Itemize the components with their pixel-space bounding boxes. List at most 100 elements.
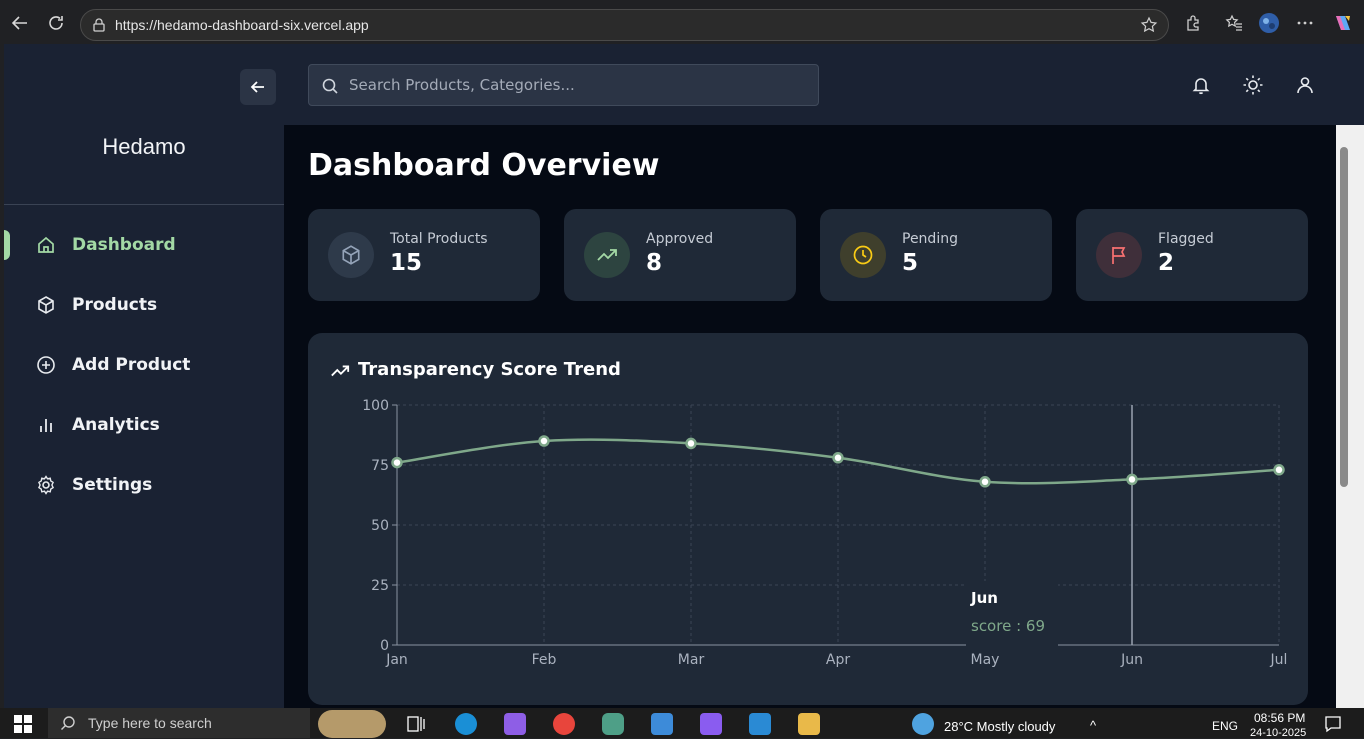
home-icon [35, 234, 57, 256]
notifications-bell-icon[interactable] [1189, 73, 1213, 97]
active-indicator [4, 230, 10, 260]
y-tick-label: 25 [371, 578, 389, 594]
data-point [832, 452, 844, 464]
y-tick-label: 75 [371, 458, 389, 474]
x-tick-label: May [971, 652, 1000, 668]
weather-text[interactable]: 28°C Mostly cloudy [944, 719, 1055, 734]
edge-browser-icon[interactable] [455, 713, 477, 735]
chatgpt-icon[interactable] [602, 713, 624, 735]
stat-card-approved: Approved 8 [564, 209, 796, 301]
stat-value: 5 [902, 250, 919, 276]
plus-circle-icon [35, 354, 57, 376]
url-text: https://hedamo-dashboard-six.vercel.app [115, 17, 369, 33]
stat-label: Pending [902, 231, 958, 247]
gear-icon [35, 474, 57, 496]
collapse-sidebar-button[interactable] [240, 69, 276, 105]
x-tick-label: Mar [678, 652, 705, 668]
stat-card-pending: Pending 5 [820, 209, 1052, 301]
line-chart: 0255075100Jan Feb Mar Apr May Jun JulJunscore … [362, 398, 1288, 668]
proton-vpn-icon[interactable] [700, 713, 722, 735]
box-icon [328, 232, 374, 278]
address-bar[interactable]: https://hedamo-dashboard-six.vercel.app [80, 9, 1169, 41]
data-point [1273, 464, 1285, 476]
search-box [308, 64, 819, 106]
x-tick-label: Jan [385, 652, 408, 668]
copilot-icon[interactable] [1332, 12, 1354, 34]
page-scrollbar[interactable] [1336, 125, 1364, 708]
data-point [979, 476, 991, 488]
page-title: Dashboard Overview [308, 148, 660, 183]
tray-chevron-icon[interactable]: ^ [1090, 718, 1096, 733]
stat-label: Flagged [1158, 231, 1214, 247]
tooltip-category: Jun [970, 589, 998, 607]
stat-card-total-products: Total Products 15 [308, 209, 540, 301]
scroll-thumb[interactable] [1340, 147, 1348, 487]
clock-icon [840, 232, 886, 278]
box-icon [35, 294, 57, 316]
vscode-icon[interactable] [749, 713, 771, 735]
sidebar-item-add-product[interactable]: Add Product [4, 345, 284, 385]
x-tick-label: Apr [826, 652, 850, 668]
sidebar-item-products[interactable]: Products [4, 285, 284, 325]
sidebar-item-label: Add Product [72, 355, 191, 375]
theme-toggle-sun-icon[interactable] [1241, 73, 1265, 97]
stat-value: 8 [646, 250, 663, 276]
y-tick-label: 50 [371, 518, 389, 534]
task-view-icon[interactable] [405, 713, 427, 735]
sidebar-item-label: Products [72, 295, 158, 315]
stat-label: Total Products [390, 231, 488, 247]
profile-avatar-icon[interactable] [1258, 12, 1280, 34]
tooltip-value: score : 69 [971, 617, 1045, 635]
clock-date[interactable]: 24-10-2025 [1250, 727, 1306, 738]
data-point [1126, 473, 1138, 486]
notification-center-icon[interactable] [1324, 715, 1342, 737]
x-tick-label: Jul [1270, 652, 1288, 668]
sidebar-item-settings[interactable]: Settings [4, 465, 284, 505]
more-options-icon[interactable] [1294, 12, 1316, 34]
search-highlight-image[interactable] [318, 710, 386, 738]
file-explorer-icon[interactable] [798, 713, 820, 735]
windows-taskbar: Type here to search 28°C Mostly cloudy ^… [0, 708, 1364, 738]
sidebar-item-dashboard[interactable]: Dashboard [4, 225, 284, 265]
language-indicator[interactable]: ENG [1212, 719, 1238, 733]
weather-cloud-icon[interactable] [912, 713, 934, 735]
sidebar-item-label: Dashboard [72, 235, 176, 255]
taskbar-search-placeholder: Type here to search [88, 715, 212, 731]
search-input[interactable] [349, 76, 789, 94]
main-content: Dashboard Overview Total Products 15 App… [284, 125, 1332, 708]
chrome-icon[interactable] [553, 713, 575, 735]
sidebar-item-analytics[interactable]: Analytics [4, 405, 284, 445]
extensions-icon[interactable] [1182, 12, 1204, 34]
brand-name: Hedamo [102, 134, 186, 159]
bar-chart-icon [35, 414, 57, 436]
stat-label: Approved [646, 231, 714, 247]
windows-start-icon[interactable] [14, 715, 32, 737]
x-tick-label: Feb [532, 652, 557, 668]
store-icon[interactable] [651, 713, 673, 735]
y-tick-label: 100 [362, 398, 389, 414]
sidebar-item-label: Settings [72, 475, 153, 495]
clock-time[interactable]: 08:56 PM [1254, 711, 1305, 725]
favorite-star-icon[interactable] [1140, 16, 1158, 38]
favorites-icon[interactable] [1223, 12, 1245, 34]
info-icon[interactable] [91, 17, 107, 37]
x-tick-label: Jun [1120, 652, 1143, 668]
search-icon [60, 715, 76, 734]
sidebar-item-label: Analytics [72, 415, 160, 435]
sidebar-divider [4, 204, 284, 205]
stat-card-flagged: Flagged 2 [1076, 209, 1308, 301]
back-icon[interactable] [6, 9, 34, 37]
taskbar-search[interactable]: Type here to search [48, 708, 310, 738]
search-icon [321, 77, 339, 95]
browser-toolbar: https://hedamo-dashboard-six.vercel.app [0, 0, 1364, 44]
arrow-left-icon [250, 81, 264, 93]
user-profile-icon[interactable] [1293, 73, 1317, 97]
stat-value: 15 [390, 250, 423, 276]
trend-up-icon [584, 232, 630, 278]
refresh-icon[interactable] [42, 9, 70, 37]
dashboard-app: Hedamo Dashboard Products Add Product An… [4, 44, 1364, 708]
copilot-app-icon[interactable] [504, 713, 526, 735]
data-point [685, 437, 697, 450]
stat-value: 2 [1158, 250, 1175, 276]
sidebar: Hedamo Dashboard Products Add Product An… [4, 44, 284, 708]
